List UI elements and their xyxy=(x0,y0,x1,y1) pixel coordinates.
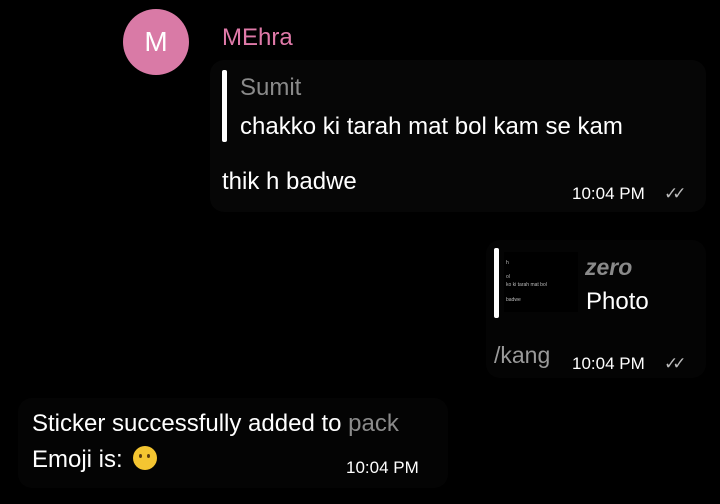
thumbnail-text: badwe xyxy=(506,297,521,303)
reply-quote-text[interactable]: chakko ki tarah mat bol kam se kam xyxy=(240,113,623,141)
message-text: thik h badwe xyxy=(222,168,357,195)
reply-quote-sender[interactable]: Sumit xyxy=(240,74,301,102)
sender-name[interactable]: MEhra xyxy=(222,24,293,52)
thumbnail-text: ol xyxy=(506,274,510,280)
thumbnail-text: ko ki tarah mat bol xyxy=(506,282,547,288)
bot-message-text: Sticker successfully added to xyxy=(32,410,342,437)
message-time: 10:04 PM xyxy=(572,354,645,373)
bot-message-text: Emoji is: xyxy=(32,446,123,473)
reply-quote-text[interactable]: Photo xyxy=(586,288,649,316)
reply-quote-bar xyxy=(494,248,499,318)
pack-link[interactable]: pack xyxy=(348,410,399,437)
avatar[interactable]: M xyxy=(123,9,189,75)
message-time: 10:04 PM xyxy=(346,458,419,477)
thumbnail-text: h xyxy=(506,260,509,266)
message-time: 10:04 PM xyxy=(572,184,645,203)
bot-message-line: Emoji is: xyxy=(32,446,158,474)
reply-quote-bar xyxy=(222,70,227,142)
bot-message-line: Sticker successfully added to pack xyxy=(32,410,399,438)
thinking-face-icon xyxy=(133,446,158,470)
double-check-icon: ✓✓ xyxy=(664,354,686,373)
reply-quote-sender[interactable]: zero xyxy=(585,254,632,281)
reply-photo-thumbnail[interactable]: h ol ko ki tarah mat bol badwe xyxy=(504,252,578,312)
message-text: /kang xyxy=(494,342,551,368)
double-check-icon: ✓✓ xyxy=(664,184,686,203)
